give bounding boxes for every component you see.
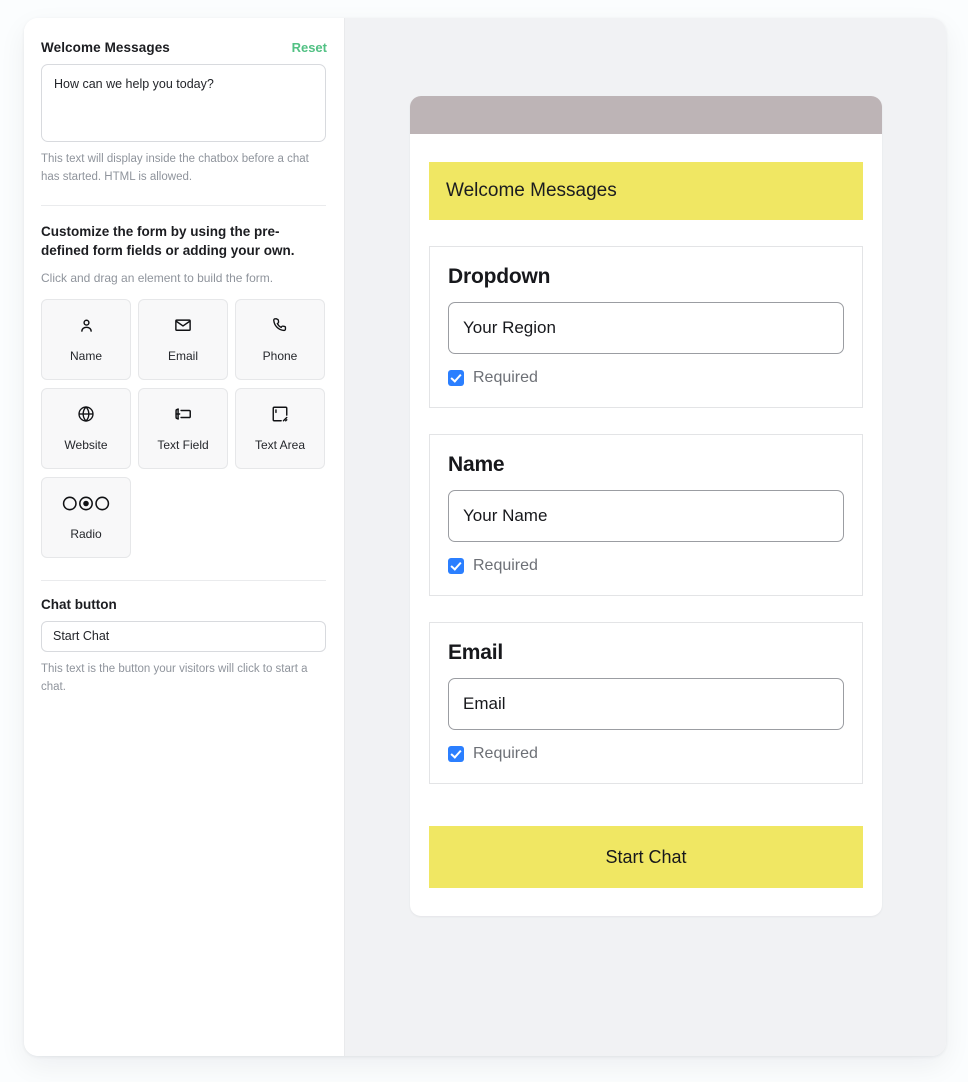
preview-card-title: Email: [448, 641, 504, 664]
preview-email-input[interactable]: [448, 678, 844, 730]
preview-card-name: Name Required: [429, 434, 863, 596]
text-field-icon: [173, 404, 193, 424]
form-builder-subtext: Click and drag an element to build the f…: [41, 270, 274, 285]
chat-button-title: Chat button: [41, 596, 117, 612]
preview-card-title: Dropdown: [448, 265, 551, 288]
field-tile-label: Email: [167, 349, 198, 364]
preview-required-row: Required: [448, 745, 844, 763]
form-field-palette: Name Email Phone Website Text Field Text…: [41, 298, 326, 558]
required-label: Required: [473, 557, 538, 574]
chat-widget-preview-panel: Welcome Messages Dropdown Required Name …: [345, 18, 946, 1056]
field-tile-name[interactable]: Name: [41, 298, 131, 380]
start-chat-button[interactable]: Start Chat: [429, 826, 863, 888]
required-label: Required: [473, 745, 538, 762]
required-label: Required: [473, 369, 538, 386]
envelope-icon: [174, 315, 192, 335]
field-tile-text-area[interactable]: Text Area: [235, 387, 325, 469]
field-tile-email[interactable]: Email: [138, 298, 228, 380]
field-tile-label: Name: [69, 349, 102, 364]
field-tile-label: Phone: [262, 349, 298, 364]
reset-link[interactable]: Reset: [292, 40, 327, 55]
widget-top-bar: [410, 96, 882, 134]
welcome-messages-title: Welcome Messages: [41, 40, 170, 55]
preview-card-title: Name: [448, 453, 505, 476]
required-checkbox[interactable]: [448, 746, 464, 762]
field-tile-radio[interactable]: Radio: [41, 476, 131, 558]
form-builder-window: Welcome Messages Reset This text will di…: [24, 18, 946, 1056]
preview-dropdown-input[interactable]: [448, 302, 844, 354]
welcome-banner: Welcome Messages: [429, 162, 863, 220]
field-tile-phone[interactable]: Phone: [235, 298, 325, 380]
welcome-banner-text: Welcome Messages: [446, 180, 617, 201]
settings-divider-1: [41, 204, 326, 206]
preview-required-row: Required: [448, 369, 844, 387]
field-tile-label: Text Field: [157, 438, 209, 453]
globe-icon: [77, 404, 95, 424]
welcome-messages-header: Welcome Messages Reset: [41, 40, 327, 55]
welcome-message-textarea[interactable]: [41, 64, 326, 142]
field-tile-website[interactable]: Website: [41, 387, 131, 469]
field-tile-label: Website: [64, 438, 108, 453]
required-checkbox[interactable]: [448, 558, 464, 574]
person-icon: [78, 315, 95, 335]
field-tile-label: Radio: [70, 527, 102, 542]
chat-button-text-input[interactable]: [41, 620, 326, 652]
welcome-message-help-text: This text will display inside the chatbo…: [41, 153, 309, 183]
form-builder-heading: Customize the form by using the pre-defi…: [41, 223, 295, 259]
preview-card-email: Email Required: [429, 622, 863, 784]
chat-widget: Welcome Messages Dropdown Required Name …: [410, 96, 882, 916]
settings-divider-2: [41, 579, 326, 581]
required-checkbox[interactable]: [448, 370, 464, 386]
preview-name-input[interactable]: [448, 490, 844, 542]
preview-card-dropdown: Dropdown Required: [429, 246, 863, 408]
text-area-icon: [271, 404, 289, 424]
settings-panel: Welcome Messages Reset This text will di…: [24, 18, 345, 1056]
preview-required-row: Required: [448, 557, 844, 575]
chat-button-help-text: This text is the button your visitors wi…: [41, 662, 308, 693]
field-tile-label: Text Area: [254, 438, 306, 453]
radio-group-icon: [62, 493, 110, 513]
field-tile-text-field[interactable]: Text Field: [138, 387, 228, 469]
phone-icon: [272, 315, 289, 335]
